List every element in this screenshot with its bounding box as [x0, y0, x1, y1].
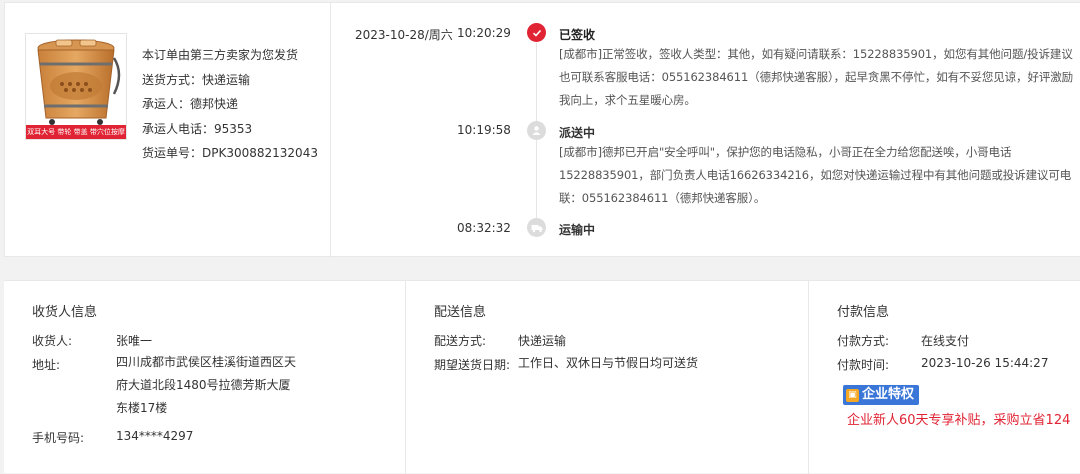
- product-image[interactable]: 双耳大号 带轮 带盖 带穴位按摩: [25, 33, 127, 140]
- delivery-date: 工作日、双休日与节假日均可送货: [518, 356, 699, 370]
- label: 付款时间:: [837, 358, 890, 372]
- delivery-person-icon: [527, 121, 546, 140]
- label: 地址:: [32, 358, 61, 372]
- label: 手机号码:: [32, 431, 85, 445]
- payment-method-row: 付款方式: 在线支付: [837, 332, 969, 349]
- tracking-timeline: 2023-10-28/周六 10:20:29 已签收 [成都市]正常签收，签收人…: [331, 3, 1080, 258]
- event-status: 已签收: [559, 28, 596, 42]
- carrier-phone: 承运人电话：95353: [142, 121, 253, 136]
- event-status: 运输中: [559, 223, 596, 237]
- phone-row: 手机号码: 134****4297: [32, 429, 193, 446]
- label: 收货人:: [32, 334, 73, 348]
- seller-note: 本订单由第三方卖家为您发货: [142, 48, 299, 62]
- order-info-panel: 收货人信息 收货人: 张唯一 地址: 四川成都市武侯区桂溪街道西区天府大道北段14…: [4, 280, 1080, 474]
- shipping-method: 送货方式：快递运输: [142, 72, 251, 87]
- badge-label: 企业特权: [862, 387, 915, 402]
- event-detail: [成都市]正常签收，签收人类型：其他，如有疑问请联系：15228835901，如…: [559, 47, 1074, 107]
- address-row: 地址:: [32, 356, 116, 373]
- carrier: 承运人：德邦快递: [142, 97, 239, 111]
- check-icon: [527, 23, 546, 42]
- payment-time: 2023-10-26 15:44:27: [921, 356, 1049, 370]
- truck-icon: [527, 218, 546, 237]
- consignee-name: 张唯一: [116, 334, 153, 348]
- label: 付款方式:: [837, 334, 890, 348]
- gift-icon: ▣: [846, 388, 859, 402]
- delivery-method-row: 配送方式: 快递运输: [434, 332, 566, 349]
- event-status: 派送中: [559, 126, 596, 140]
- timeline-date: 2023-10-28/周六: [355, 28, 453, 42]
- enterprise-privilege-badge[interactable]: ▣ 企业特权: [843, 385, 920, 405]
- delivery-date-row: 期望送货日期:: [434, 356, 518, 373]
- section-title: 收货人信息: [32, 305, 98, 320]
- product-banner: 双耳大号 带轮 带盖 带穴位按摩: [26, 125, 126, 139]
- label: 期望送货日期:: [434, 358, 511, 372]
- consignee-info: 收货人信息 收货人: 张唯一 地址: 四川成都市武侯区桂溪街道西区天府大道北段14…: [4, 281, 406, 474]
- consignee-address: 四川成都市武侯区桂溪街道西区天府大道北段1480号拉德芳斯大厦东楼17楼: [116, 355, 297, 415]
- enterprise-promo-link[interactable]: 企业新人60天专享补贴，采购立省124: [847, 409, 1070, 428]
- delivery-info: 配送信息 配送方式: 快递运输 期望送货日期: 工作日、双休日与节假日均可送货: [406, 281, 809, 474]
- section-title: 配送信息: [434, 305, 487, 320]
- event-time: 10:20:29: [457, 26, 511, 40]
- payment-method: 在线支付: [921, 334, 970, 348]
- consignee-phone: 134****4297: [116, 429, 194, 443]
- shipping-info: 本订单由第三方卖家为您发货 送货方式：快递运输 承运人：德邦快递 承运人电话：9…: [142, 46, 318, 169]
- consignee-name-row: 收货人: 张唯一: [32, 332, 152, 349]
- label: 配送方式:: [434, 334, 487, 348]
- event-detail: [成都市]德邦已开启"安全呼叫"，保护您的电话隐私，小哥正在全力给您配送唉，小哥…: [559, 145, 1072, 205]
- payment-info: 付款信息 付款方式: 在线支付 付款时间: 2023-10-26 15:44:27 …: [809, 281, 1080, 474]
- delivery-method: 快递运输: [518, 334, 567, 348]
- event-time: 08:32:32: [457, 221, 511, 235]
- section-title: 付款信息: [837, 305, 890, 320]
- product-summary: 双耳大号 带轮 带盖 带穴位按摩 本订单由第三方卖家为您发货 送货方式：快递运输…: [5, 3, 331, 258]
- payment-time-row: 付款时间: 2023-10-26 15:44:27: [837, 356, 1048, 373]
- logistics-panel: 双耳大号 带轮 带盖 带穴位按摩 本订单由第三方卖家为您发货 送货方式：快递运输…: [4, 2, 1080, 258]
- event-time: 10:19:58: [457, 123, 511, 137]
- tracking-number: 货运单号：DPK300882132043: [142, 146, 318, 160]
